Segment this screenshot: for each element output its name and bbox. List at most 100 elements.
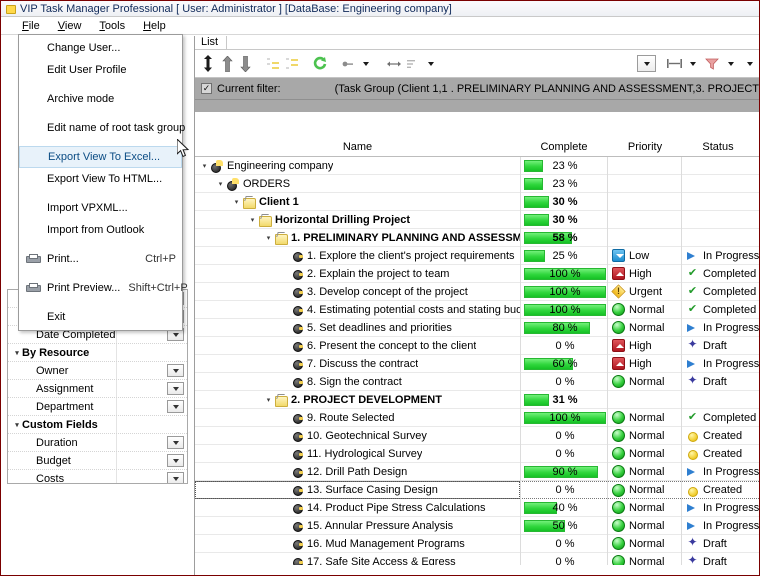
move-up-icon[interactable]	[218, 53, 237, 75]
menu-tools[interactable]: Tools	[90, 19, 134, 33]
expander-triangle-icon[interactable]: ▾	[231, 198, 242, 206]
view-selector-combo[interactable]	[637, 53, 657, 75]
cell-name[interactable]: 16. Mud Management Programs	[195, 535, 520, 553]
sidebar-row-assignment[interactable]: Assignment	[8, 380, 187, 398]
cell-status[interactable]	[682, 193, 754, 211]
cell-name[interactable]: ▾ Horizontal Drilling Project	[195, 211, 520, 229]
table-row[interactable]: ▾ 1. PRELIMINARY PLANNING AND ASSESSMENT 5…	[195, 228, 759, 247]
cell-status[interactable]: In Progress	[682, 247, 759, 265]
cell-name[interactable]: 1. Explore the client's project requirem…	[195, 247, 520, 265]
cell-complete[interactable]: 60 %	[520, 354, 608, 373]
outdent-icon[interactable]	[283, 53, 302, 75]
tab-list[interactable]: List	[199, 36, 228, 49]
cell-complete[interactable]: 40 %	[520, 498, 608, 517]
expander-triangle-icon[interactable]: ▾	[263, 396, 274, 404]
cell-complete[interactable]: 25 %	[520, 246, 608, 265]
cell-name[interactable]: 11. Hydrological Survey	[195, 445, 520, 463]
sidebar-row-dropdown-icon[interactable]	[167, 382, 184, 395]
menu-view[interactable]: View	[49, 19, 91, 33]
cell-name[interactable]: ▾ Client 1	[195, 193, 520, 211]
refresh-icon[interactable]	[310, 53, 329, 75]
indent-icon[interactable]	[264, 53, 283, 75]
cell-priority[interactable]	[608, 210, 682, 229]
cell-name[interactable]: 12. Drill Path Design	[195, 463, 520, 481]
cell-priority[interactable]: Normal	[608, 534, 682, 553]
table-row[interactable]: 14. Product Pipe Stress Calculations 40 %…	[195, 498, 759, 517]
cell-status[interactable]	[682, 211, 754, 229]
table-row[interactable]: 16. Mud Management Programs 0 % Normal Draf…	[195, 534, 759, 553]
move-down-icon[interactable]	[236, 53, 255, 75]
column-header-status[interactable]: Status	[682, 141, 754, 153]
link-task-icon[interactable]	[338, 53, 357, 75]
cell-complete[interactable]: 100 %	[520, 300, 608, 319]
cell-status[interactable]: Completed	[682, 301, 756, 319]
cell-complete[interactable]: 80 %	[520, 318, 608, 337]
cell-name[interactable]: 5. Set deadlines and priorities	[195, 319, 520, 337]
cell-status[interactable]: Completed	[682, 409, 756, 427]
cell-priority[interactable]: ! Urgent	[608, 282, 682, 301]
cell-complete[interactable]: 31 %	[520, 390, 608, 409]
cell-priority[interactable]: Normal	[608, 318, 682, 337]
cell-status[interactable]: In Progress	[682, 319, 759, 337]
table-row[interactable]: 4. Estimating potential costs and statin…	[195, 300, 759, 319]
cell-priority[interactable]	[608, 192, 682, 211]
cell-status[interactable]: Completed	[682, 283, 756, 301]
toolbar-overflow-icon[interactable]	[740, 53, 759, 75]
cell-priority[interactable]: Low	[608, 246, 682, 265]
cell-status[interactable]: Created	[682, 427, 754, 445]
file-menu-item-import-from-outlook[interactable]: Import from Outlook	[19, 219, 182, 241]
cell-complete[interactable]: 58 %	[520, 228, 608, 247]
table-row[interactable]: 6. Present the concept to the client 0 % H…	[195, 336, 759, 355]
cell-name[interactable]: 15. Annular Pressure Analysis	[195, 517, 520, 535]
column-header-name[interactable]: Name	[195, 141, 520, 153]
cell-name[interactable]: 4. Estimating potential costs and statin…	[195, 301, 520, 319]
file-menu-item-edit-name-of-root-task-group[interactable]: Edit name of root task group	[19, 117, 185, 139]
sidebar-row-owner[interactable]: Owner	[8, 362, 187, 380]
resize-columns-icon[interactable]	[384, 53, 403, 75]
cell-status[interactable]: In Progress	[682, 517, 759, 535]
cell-complete[interactable]: 0 %	[520, 372, 608, 391]
cell-name[interactable]: ▾ 1. PRELIMINARY PLANNING AND ASSESSMENT	[195, 229, 520, 247]
cell-priority[interactable]: Normal	[608, 300, 682, 319]
cell-priority[interactable]: High	[608, 264, 682, 283]
cell-priority[interactable]: Normal	[608, 498, 682, 517]
cell-status[interactable]: In Progress	[682, 463, 759, 481]
table-row[interactable]: ▾ Horizontal Drilling Project 30 %	[195, 210, 759, 229]
cell-status[interactable]	[682, 391, 754, 409]
current-filter-checkbox[interactable]: ✓	[201, 83, 212, 94]
table-row[interactable]: 12. Drill Path Design 90 % Normal In Progre…	[195, 462, 759, 481]
file-menu-item-import-vpxml[interactable]: Import VPXML...	[19, 197, 182, 219]
file-menu-item-change-user[interactable]: Change User...	[19, 37, 182, 59]
file-menu-item-archive-mode[interactable]: Archive mode	[19, 88, 182, 110]
table-row[interactable]: ▾ ORDERS 23 %	[195, 174, 759, 193]
expander-triangle-icon[interactable]: ▾	[12, 421, 22, 429]
cell-complete[interactable]: 0 %	[520, 426, 608, 445]
cell-complete[interactable]: 100 %	[520, 282, 608, 301]
table-row[interactable]: ▾ Engineering company 23 %	[195, 156, 759, 175]
cell-complete[interactable]: 30 %	[520, 210, 608, 229]
split-view-dropdown-icon[interactable]	[684, 53, 703, 75]
cell-priority[interactable]	[608, 174, 682, 193]
cell-status[interactable]: Draft	[682, 535, 754, 553]
cell-priority[interactable]: Normal	[608, 444, 682, 463]
sidebar-row-budget[interactable]: Budget	[8, 452, 187, 470]
file-menu-item-print-preview[interactable]: Print Preview... Shift+Ctrl+P	[19, 277, 188, 299]
cell-priority[interactable]: High	[608, 354, 682, 373]
cell-name[interactable]: 6. Present the concept to the client	[195, 337, 520, 355]
file-menu-item-print[interactable]: Print... Ctrl+P	[19, 248, 182, 270]
cell-status[interactable]	[682, 229, 754, 247]
sidebar-row-custom-fields[interactable]: ▾ Custom Fields	[8, 416, 187, 434]
cell-complete[interactable]: 50 %	[520, 516, 608, 535]
cell-name[interactable]: ▾ 2. PROJECT DEVELOPMENT	[195, 391, 520, 409]
cell-name[interactable]: 14. Product Pipe Stress Calculations	[195, 499, 520, 517]
cell-priority[interactable]	[608, 228, 682, 247]
cell-priority[interactable]: Normal	[608, 481, 682, 499]
table-row[interactable]: 2. Explain the project to team 100 % High C…	[195, 264, 759, 283]
cell-name[interactable]: 10. Geotechnical Survey	[195, 427, 520, 445]
cell-priority[interactable]: Normal	[608, 426, 682, 445]
cell-priority[interactable]	[608, 390, 682, 409]
table-row[interactable]: ▾ 2. PROJECT DEVELOPMENT 31 %	[195, 390, 759, 409]
filter-dropdown-icon[interactable]	[722, 53, 741, 75]
cell-status[interactable]: Draft	[682, 337, 754, 355]
cell-complete[interactable]: 0 %	[520, 481, 608, 499]
